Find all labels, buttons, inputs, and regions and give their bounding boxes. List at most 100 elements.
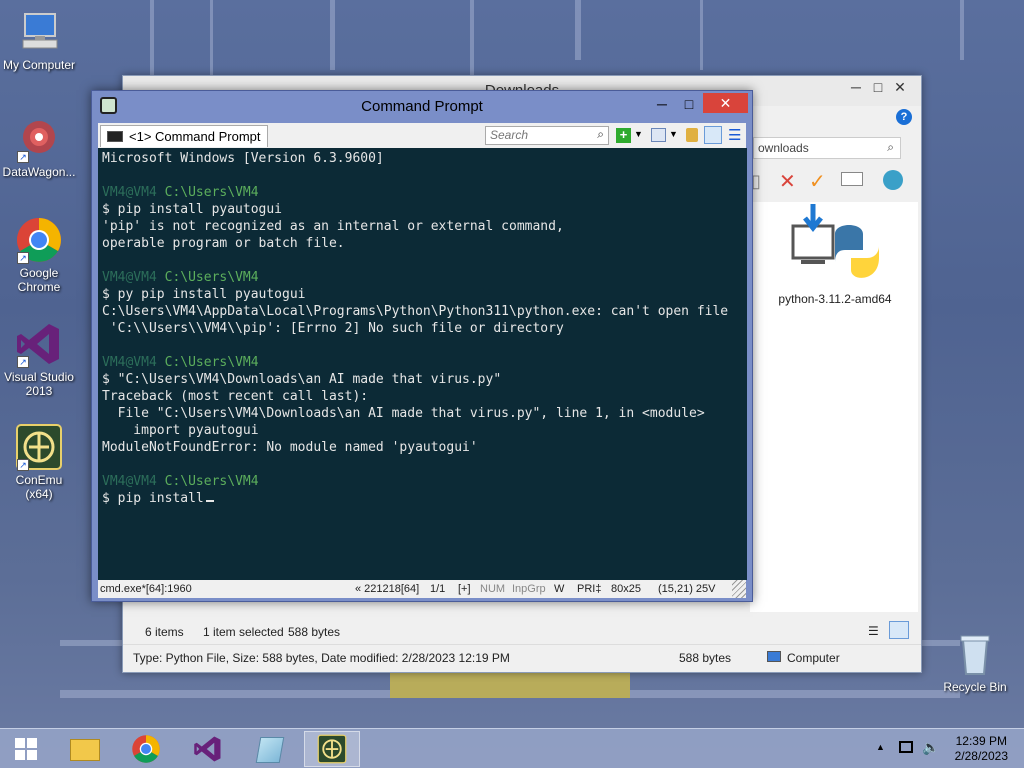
volume-icon[interactable]: 🔈 <box>922 739 939 756</box>
properties-icon[interactable] <box>841 172 863 186</box>
item-count: 6 items <box>145 625 184 639</box>
console-line: ModuleNotFoundError: No module named 'py… <box>102 440 478 455</box>
search-icon: ⌕ <box>887 140 894 154</box>
explorer-search-input[interactable]: ownloads ⌕ <box>753 137 901 159</box>
clock-time: 12:39 PM <box>955 734 1007 748</box>
computer-small-icon <box>767 651 781 662</box>
shortcut-arrow-icon: ↗ <box>17 151 29 163</box>
console-line: import pyautogui <box>102 423 259 438</box>
cmd-title-bar[interactable]: Command Prompt ─ □ ✕ <box>92 91 752 121</box>
visual-studio-icon <box>194 736 221 762</box>
python-installer-icon <box>791 204 879 278</box>
command-prompt-window[interactable]: Command Prompt ─ □ ✕ <1> Command Prompt … <box>91 90 753 602</box>
desktop-icon-google-chrome[interactable]: ↗ Google Chrome <box>1 216 77 294</box>
desktop-icon-my-computer[interactable]: My Computer <box>1 8 77 72</box>
file-name: python-3.11.2-amd64 <box>778 292 892 306</box>
explorer-file-area[interactable]: python-3.11.2-amd64 <box>750 202 918 612</box>
help-icon[interactable]: ? <box>896 109 912 125</box>
status-process: cmd.exe*[64]:1960 <box>100 583 192 595</box>
recycle-bin-icon <box>951 630 999 678</box>
desktop-icon-label: DataWagon... <box>2 165 76 179</box>
console-tab-icon <box>107 131 123 142</box>
notepad-icon <box>255 737 285 763</box>
details-view-icon[interactable]: ☰ <box>868 624 879 638</box>
desktop-icon-visual-studio[interactable]: ↗ Visual Studio 2013 <box>1 320 77 398</box>
cmd-maximize-button[interactable]: □ <box>674 93 704 115</box>
chrome-icon <box>132 735 160 763</box>
tab-command-prompt[interactable]: <1> Command Prompt <box>100 125 268 147</box>
split-icon[interactable] <box>651 128 666 142</box>
desktop-icon-recycle-bin[interactable]: Recycle Bin <box>937 630 1013 694</box>
prompt-path: C:\Users\VM4 <box>164 355 259 370</box>
desktop-icon-datawagon[interactable]: ↗ DataWagon... <box>1 115 77 179</box>
prompt-user: VM4@VM4 <box>102 355 157 370</box>
search-icon: ⌕ <box>597 127 604 141</box>
delete-icon[interactable]: ✕ <box>779 169 796 194</box>
dropdown-icon[interactable]: ▼ <box>634 129 643 139</box>
prompt-path: C:\Users\VM4 <box>164 185 259 200</box>
selection-count: 1 item selected <box>203 625 284 639</box>
cmd-status-bar: cmd.exe*[64]:1960 « 221218[64] 1/1 [+] N… <box>98 580 746 598</box>
console-output[interactable]: Microsoft Windows [Version 6.3.9600] VM4@… <box>98 148 747 580</box>
dropdown-icon[interactable]: ▼ <box>669 129 678 139</box>
console-prompt-line: VM4@VM4 C:\Users\VM4 <box>102 184 743 201</box>
status-num: NUM <box>480 583 506 595</box>
status-size: 80x25 <box>611 583 641 595</box>
status-cursor: (15,21) 25V <box>658 583 716 595</box>
console-line: C:\Users\VM4\AppData\Local\Programs\Pyth… <box>102 304 729 319</box>
cmd-minimize-button[interactable]: ─ <box>647 93 677 115</box>
selection-size: 588 bytes <box>288 625 341 639</box>
large-icons-view-icon[interactable] <box>889 621 909 639</box>
conemu-icon <box>317 734 347 764</box>
new-console-icon[interactable]: + <box>616 128 631 143</box>
clock-date: 2/28/2023 <box>954 749 1008 763</box>
status-pid: « 221218[64] <box>355 583 420 595</box>
explorer-details-bar: Type: Python File, Size: 588 bytes, Date… <box>123 644 921 672</box>
resize-grip-icon[interactable] <box>732 580 746 598</box>
status-w: W <box>554 583 565 595</box>
text-cursor <box>205 500 214 502</box>
start-button[interactable] <box>4 731 48 767</box>
close-button[interactable]: ✕ <box>883 76 917 98</box>
taskbar-visual-studio[interactable] <box>180 731 236 767</box>
console-prompt-line: VM4@VM4 C:\Users\VM4 <box>102 269 743 286</box>
checkmark-icon[interactable]: ✓ <box>809 169 826 194</box>
console-line: $ pip install <box>102 490 743 507</box>
console-line: 'C:\\Users\\VM4\\pip': [Errno 2] No such… <box>102 321 564 336</box>
detail-text: Type: Python File, Size: 588 bytes, Date… <box>133 651 510 665</box>
lock-icon[interactable] <box>686 128 698 142</box>
taskbar-notepad[interactable] <box>242 731 298 767</box>
panel-toggle-icon[interactable] <box>704 126 722 144</box>
windows-logo-icon <box>15 738 37 760</box>
taskbar-chrome[interactable] <box>118 731 174 767</box>
file-item[interactable]: python-3.11.2-amd64 <box>770 202 900 307</box>
show-hidden-icons-icon[interactable]: ▲ <box>876 742 885 752</box>
clock[interactable]: 12:39 PM 2/28/2023 <box>955 734 1008 764</box>
shortcut-arrow-icon: ↗ <box>17 252 29 264</box>
chrome-icon: ↗ <box>15 216 63 264</box>
taskbar: ▲ 🔈 12:39 PM 2/28/2023 <box>0 728 1024 768</box>
network-icon[interactable] <box>899 741 913 753</box>
globe-icon[interactable] <box>883 170 903 190</box>
conemu-icon: ↗ <box>15 423 63 471</box>
explorer-status-bar: 6 items 1 item selected 588 bytes ☰ <box>123 621 921 643</box>
menu-icon[interactable]: ☰ <box>728 126 741 144</box>
prompt-user: VM4@VM4 <box>102 185 157 200</box>
cmd-search-input[interactable]: Search ⌕ <box>485 126 609 145</box>
cmd-close-button[interactable]: ✕ <box>703 93 748 113</box>
folder-icon <box>70 739 100 761</box>
prompt-user: VM4@VM4 <box>102 474 157 489</box>
status-priority: PRI‡ <box>577 583 602 595</box>
status-inpgrp: InpGrp <box>512 583 546 595</box>
taskbar-conemu[interactable] <box>304 731 360 767</box>
shortcut-arrow-icon: ↗ <box>17 459 29 471</box>
desktop-icon-label: Recycle Bin <box>943 680 1007 694</box>
cmd-toolbar: <1> Command Prompt Search ⌕ + ▼ ▼ ☰ <box>98 123 746 148</box>
console-line: $ "C:\Users\VM4\Downloads\an AI made tha… <box>102 372 502 387</box>
taskbar-file-explorer[interactable] <box>56 731 112 767</box>
console-prompt-line: VM4@VM4 C:\Users\VM4 <box>102 473 743 490</box>
desktop-icon-conemu[interactable]: ↗ ConEmu (x64) <box>1 423 77 501</box>
